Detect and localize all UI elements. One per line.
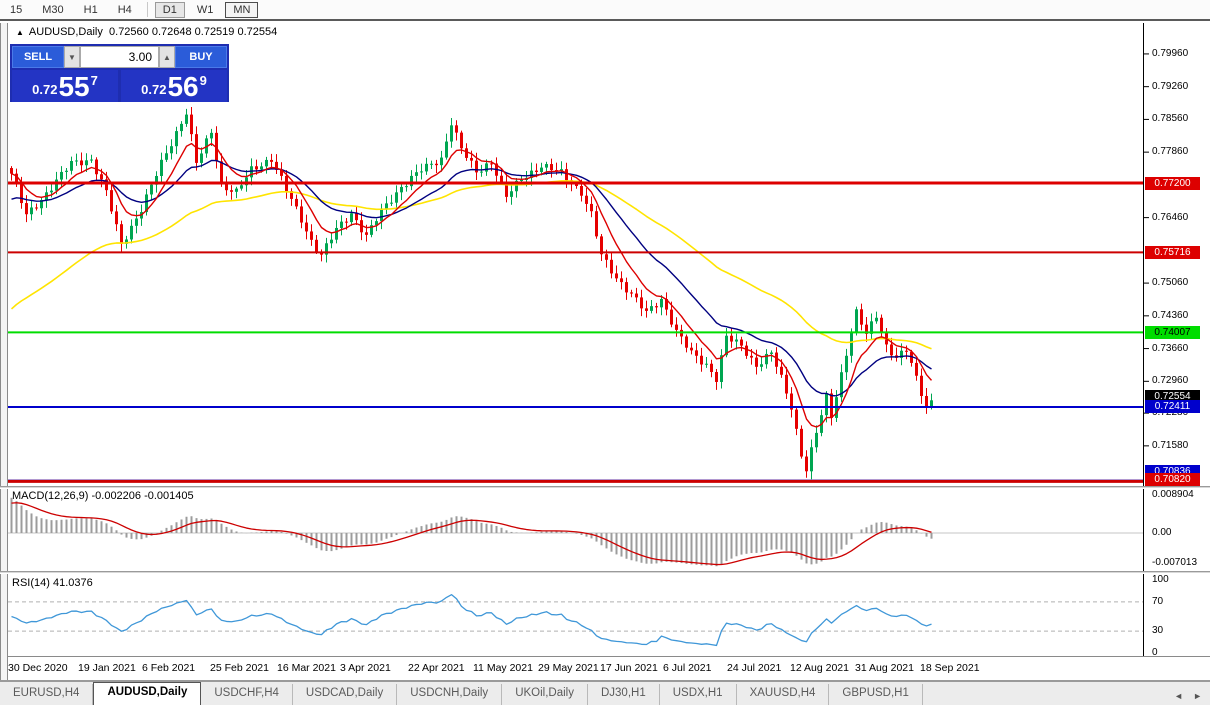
price-tick: 0.77860	[1152, 146, 1189, 158]
symbol-tab-ukoil-daily[interactable]: UKOil,Daily	[502, 684, 588, 705]
date-tick-label: 12 Aug 2021	[790, 662, 849, 674]
symbol-tab-xauusd-h4[interactable]: XAUUSD,H4	[737, 684, 830, 705]
chart-ohlc-values: 0.72560 0.72648 0.72519 0.72554	[109, 26, 278, 38]
timeframe-toolbar: 15 M30 H1 H4 D1 W1 MN	[0, 0, 1210, 21]
rsi-axis-tick: 70	[1152, 595, 1164, 607]
timeframe-button-m30[interactable]: M30	[34, 2, 71, 18]
symbol-tab-audusd-daily[interactable]: AUDUSD,Daily	[93, 682, 202, 705]
one-click-trade-panel: SELL ▼ 3.00 ▲ BUY 0.72 55 7 0.72 56 9	[10, 44, 229, 102]
chart-canvas[interactable]	[0, 0, 1210, 705]
toolbar-separator	[146, 2, 148, 17]
date-tick-label: 11 May 2021	[473, 662, 533, 674]
chart-symbol-label: AUDUSD,Daily	[28, 26, 103, 38]
timeframe-button-w1[interactable]: W1	[189, 2, 222, 18]
splitter-main-macd[interactable]	[0, 486, 1210, 489]
price-badge: 0.70820	[1145, 472, 1200, 486]
date-tick-label: 29 May 2021	[538, 662, 599, 674]
symbol-tab-usdcad-daily[interactable]: USDCAD,Daily	[293, 684, 398, 705]
buy-price-point: 9	[199, 73, 207, 88]
date-tick-label: 31 Aug 2021	[855, 662, 914, 674]
symbol-tab-dj30-h1[interactable]: DJ30,H1	[588, 684, 660, 705]
price-badge: 0.72411	[1145, 400, 1200, 414]
symbol-tab-usdx-h1[interactable]: USDX,H1	[660, 684, 737, 705]
price-tick: 0.74360	[1152, 309, 1189, 321]
macd-axis-tick: 0.008904	[1152, 489, 1194, 500]
price-badge: 0.77200	[1145, 176, 1200, 190]
rsi-axis-tick: 0	[1152, 647, 1158, 658]
rsi-axis-tick: 100	[1152, 574, 1169, 585]
macd-axis-tick: 0.00	[1152, 527, 1172, 538]
buy-price-pips: 56	[167, 71, 199, 102]
price-tick: 0.78560	[1152, 113, 1189, 125]
price-tick: 0.76460	[1152, 211, 1189, 223]
window-left-border	[0, 23, 8, 680]
symbol-tab-eurusd-h4[interactable]: EURUSD,H4	[0, 684, 94, 705]
splitter-macd-rsi[interactable]	[0, 571, 1210, 574]
date-tick-label: 22 Apr 2021	[408, 662, 465, 674]
macd-axis-tick: -0.007013	[1152, 557, 1198, 568]
chart-title: ▲ AUDUSD,Daily 0.72560 0.72648 0.72519 0.…	[16, 26, 277, 38]
macd-values: -0.002206 -0.001405	[91, 490, 194, 502]
date-tick-label: 17 Jun 2021	[600, 662, 658, 674]
buy-price-prefix: 0.72	[141, 82, 167, 97]
date-axis: 30 Dec 2020 19 Jan 2021 6 Feb 2021 25 Feb 2…	[8, 657, 1143, 680]
volume-input[interactable]: 3.00	[80, 46, 159, 68]
sell-price-display[interactable]: 0.72 55 7	[12, 70, 118, 102]
sell-price-prefix: 0.72	[32, 82, 58, 97]
symbol-tab-bar: EURUSD,H4 AUDUSD,Daily USDCHF,H4 USDCAD,Dai…	[0, 681, 1210, 705]
date-tick-label: 3 Apr 2021	[340, 662, 391, 674]
price-tick: 0.79960	[1152, 47, 1189, 59]
price-badge: 0.74007	[1145, 325, 1200, 339]
collapse-triangle-icon[interactable]: ▲	[16, 28, 24, 37]
price-tick: 0.72960	[1152, 375, 1189, 387]
date-tick-label: 6 Jul 2021	[663, 662, 712, 674]
buy-price-display[interactable]: 0.72 56 9	[121, 70, 227, 102]
volume-increase-button[interactable]: ▲	[159, 46, 175, 68]
buy-button[interactable]: BUY	[175, 46, 227, 68]
date-tick-label: 30 Dec 2020	[8, 662, 68, 674]
tab-scroll-left-icon[interactable]: ◄	[1174, 691, 1183, 701]
price-tick: 0.73660	[1152, 342, 1189, 354]
price-tick: 0.71580	[1152, 439, 1189, 451]
symbol-tab-gbpusd-h1[interactable]: GBPUSD,H1	[829, 684, 923, 705]
date-tick-label: 18 Sep 2021	[920, 662, 980, 674]
timeframe-button-h4[interactable]: H4	[110, 2, 140, 18]
price-badge: 0.75716	[1145, 245, 1200, 259]
date-tick-label: 16 Mar 2021	[277, 662, 336, 674]
date-tick-label: 19 Jan 2021	[78, 662, 136, 674]
tab-scroll-right-icon[interactable]: ►	[1193, 691, 1202, 701]
sell-button[interactable]: SELL	[12, 46, 64, 68]
volume-decrease-button[interactable]: ▼	[64, 46, 80, 68]
macd-label: MACD(12,26,9) -0.002206 -0.001405	[12, 490, 194, 502]
symbol-tab-usdchf-h4[interactable]: USDCHF,H4	[201, 684, 293, 705]
date-tick-label: 24 Jul 2021	[727, 662, 782, 674]
timeframe-button-mn[interactable]: MN	[225, 1, 259, 18]
rsi-axis-tick: 30	[1152, 625, 1164, 637]
sell-price-pips: 55	[58, 71, 90, 102]
date-tick-label: 25 Feb 2021	[210, 662, 269, 674]
price-tick: 0.75060	[1152, 277, 1189, 289]
trading-terminal: 15 M30 H1 H4 D1 W1 MN ▲ AUDUSD,Daily 0.72560 0.…	[0, 0, 1210, 705]
price-tick: 0.79260	[1152, 80, 1189, 92]
rsi-value: 41.0376	[52, 577, 93, 589]
rsi-label: RSI(14) 41.0376	[12, 577, 93, 589]
timeframe-button-15[interactable]: 15	[2, 2, 30, 18]
sell-price-point: 7	[90, 73, 98, 88]
symbol-tab-usdcnh-daily[interactable]: USDCNH,Daily	[397, 684, 503, 705]
timeframe-button-d1[interactable]: D1	[154, 1, 185, 18]
timeframe-button-h1[interactable]: H1	[76, 2, 106, 18]
date-tick-label: 6 Feb 2021	[142, 662, 196, 674]
